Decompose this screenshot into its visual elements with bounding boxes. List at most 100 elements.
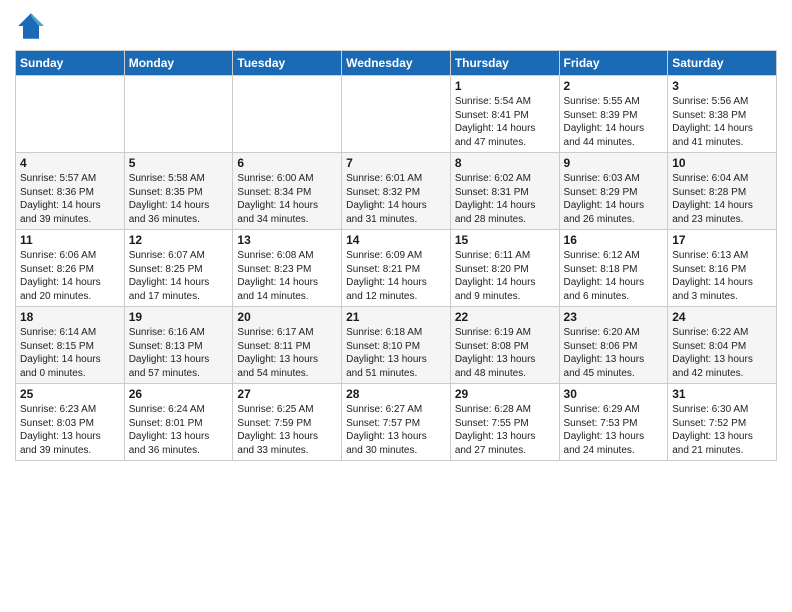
day-cell: 29Sunrise: 6:28 AMSunset: 7:55 PMDayligh… [450, 384, 559, 461]
day-number: 31 [672, 387, 772, 401]
day-cell: 9 Sunrise: 6:03 AMSunset: 8:29 PMDaylight… [559, 153, 668, 230]
day-info: Sunrise: 6:20 AMSunset: 8:06 PMDaylight:… [564, 326, 664, 380]
day-info: Sunrise: 6:29 AMSunset: 7:53 PMDaylight:… [564, 403, 664, 457]
day-cell: 26 Sunrise: 6:24 AMSunset: 8:01 PMDayligh… [124, 384, 233, 461]
day-cell: 7 Sunrise: 6:01 AMSunset: 8:32 PMDaylight… [342, 153, 451, 230]
day-number: 4 [20, 156, 120, 170]
day-number: 13 [237, 233, 337, 247]
week-row-3: 11 Sunrise: 6:06 AMSunset: 8:26 PMDayligh… [16, 230, 777, 307]
weekday-header-thursday: Thursday [450, 51, 559, 76]
day-info: Sunrise: 6:03 AMSunset: 8:29 PMDaylight:… [564, 172, 664, 226]
day-cell: 19Sunrise: 6:16 AMSunset: 8:13 PMDayligh… [124, 307, 233, 384]
day-cell: 17 Sunrise: 6:13 AMSunset: 8:16 PMDayligh… [668, 230, 777, 307]
day-cell: 13 Sunrise: 6:08 AMSunset: 8:23 PMDayligh… [233, 230, 342, 307]
day-info: Sunrise: 6:00 AMSunset: 8:34 PMDaylight:… [237, 172, 337, 226]
day-number: 22 [455, 310, 555, 324]
day-cell: 20 Sunrise: 6:17 AMSunset: 8:11 PMDayligh… [233, 307, 342, 384]
day-info: Sunrise: 6:30 AMSunset: 7:52 PMDaylight:… [672, 403, 772, 457]
day-number: 23 [564, 310, 664, 324]
week-row-5: 25Sunrise: 6:23 AMSunset: 8:03 PMDayligh… [16, 384, 777, 461]
day-cell [233, 76, 342, 153]
day-number: 26 [129, 387, 229, 401]
day-number: 14 [346, 233, 446, 247]
day-info: Sunrise: 5:54 AMSunset: 8:41 PMDaylight:… [455, 95, 555, 149]
day-number: 18 [20, 310, 120, 324]
day-info: Sunrise: 6:18 AMSunset: 8:10 PMDaylight:… [346, 326, 446, 380]
day-info: Sunrise: 6:23 AMSunset: 8:03 PMDaylight:… [20, 403, 120, 457]
day-cell: 1Sunrise: 5:54 AMSunset: 8:41 PMDaylight… [450, 76, 559, 153]
day-info: Sunrise: 6:22 AMSunset: 8:04 PMDaylight:… [672, 326, 772, 380]
day-info: Sunrise: 6:09 AMSunset: 8:21 PMDaylight:… [346, 249, 446, 303]
day-cell: 23 Sunrise: 6:20 AMSunset: 8:06 PMDayligh… [559, 307, 668, 384]
weekday-header-friday: Friday [559, 51, 668, 76]
day-number: 12 [129, 233, 229, 247]
day-cell: 31 Sunrise: 6:30 AMSunset: 7:52 PMDayligh… [668, 384, 777, 461]
day-cell: 3 Sunrise: 5:56 AMSunset: 8:38 PMDaylight… [668, 76, 777, 153]
day-number: 10 [672, 156, 772, 170]
day-cell: 21 Sunrise: 6:18 AMSunset: 8:10 PMDayligh… [342, 307, 451, 384]
day-cell: 11 Sunrise: 6:06 AMSunset: 8:26 PMDayligh… [16, 230, 125, 307]
day-number: 2 [564, 79, 664, 93]
week-row-2: 4Sunrise: 5:57 AMSunset: 8:36 PMDaylight… [16, 153, 777, 230]
day-number: 6 [237, 156, 337, 170]
weekday-header-row: SundayMondayTuesdayWednesdayThursdayFrid… [16, 51, 777, 76]
day-info: Sunrise: 5:55 AMSunset: 8:39 PMDaylight:… [564, 95, 664, 149]
day-info: Sunrise: 6:14 AMSunset: 8:15 PMDaylight:… [20, 326, 120, 380]
day-cell: 18 Sunrise: 6:14 AMSunset: 8:15 PMDayligh… [16, 307, 125, 384]
day-info: Sunrise: 6:01 AMSunset: 8:32 PMDaylight:… [346, 172, 446, 226]
day-info: Sunrise: 6:12 AMSunset: 8:18 PMDaylight:… [564, 249, 664, 303]
day-info: Sunrise: 6:17 AMSunset: 8:11 PMDaylight:… [237, 326, 337, 380]
day-info: Sunrise: 5:56 AMSunset: 8:38 PMDaylight:… [672, 95, 772, 149]
day-info: Sunrise: 6:24 AMSunset: 8:01 PMDaylight:… [129, 403, 229, 457]
day-info: Sunrise: 6:27 AMSunset: 7:57 PMDaylight:… [346, 403, 446, 457]
week-row-1: 1Sunrise: 5:54 AMSunset: 8:41 PMDaylight… [16, 76, 777, 153]
weekday-header-tuesday: Tuesday [233, 51, 342, 76]
day-cell: 4Sunrise: 5:57 AMSunset: 8:36 PMDaylight… [16, 153, 125, 230]
day-number: 9 [564, 156, 664, 170]
day-info: Sunrise: 6:07 AMSunset: 8:25 PMDaylight:… [129, 249, 229, 303]
day-cell: 28 Sunrise: 6:27 AMSunset: 7:57 PMDayligh… [342, 384, 451, 461]
day-number: 27 [237, 387, 337, 401]
header [15, 10, 777, 42]
day-number: 30 [564, 387, 664, 401]
day-cell [16, 76, 125, 153]
day-number: 3 [672, 79, 772, 93]
page: SundayMondayTuesdayWednesdayThursdayFrid… [0, 0, 792, 612]
day-info: Sunrise: 6:04 AMSunset: 8:28 PMDaylight:… [672, 172, 772, 226]
day-number: 16 [564, 233, 664, 247]
day-info: Sunrise: 6:06 AMSunset: 8:26 PMDaylight:… [20, 249, 120, 303]
weekday-header-monday: Monday [124, 51, 233, 76]
day-cell: 2 Sunrise: 5:55 AMSunset: 8:39 PMDaylight… [559, 76, 668, 153]
day-cell: 25Sunrise: 6:23 AMSunset: 8:03 PMDayligh… [16, 384, 125, 461]
day-cell: 14 Sunrise: 6:09 AMSunset: 8:21 PMDayligh… [342, 230, 451, 307]
day-number: 19 [129, 310, 229, 324]
day-cell [342, 76, 451, 153]
day-number: 21 [346, 310, 446, 324]
day-info: Sunrise: 6:19 AMSunset: 8:08 PMDaylight:… [455, 326, 555, 380]
day-number: 28 [346, 387, 446, 401]
day-cell: 24 Sunrise: 6:22 AMSunset: 8:04 PMDayligh… [668, 307, 777, 384]
day-info: Sunrise: 6:13 AMSunset: 8:16 PMDaylight:… [672, 249, 772, 303]
day-number: 15 [455, 233, 555, 247]
day-cell [124, 76, 233, 153]
day-number: 11 [20, 233, 120, 247]
day-cell: 6 Sunrise: 6:00 AMSunset: 8:34 PMDaylight… [233, 153, 342, 230]
day-info: Sunrise: 6:08 AMSunset: 8:23 PMDaylight:… [237, 249, 337, 303]
day-cell: 12 Sunrise: 6:07 AMSunset: 8:25 PMDayligh… [124, 230, 233, 307]
day-number: 24 [672, 310, 772, 324]
day-cell: 27Sunrise: 6:25 AMSunset: 7:59 PMDayligh… [233, 384, 342, 461]
weekday-header-sunday: Sunday [16, 51, 125, 76]
day-cell: 15 Sunrise: 6:11 AMSunset: 8:20 PMDayligh… [450, 230, 559, 307]
day-number: 7 [346, 156, 446, 170]
day-info: Sunrise: 6:02 AMSunset: 8:31 PMDaylight:… [455, 172, 555, 226]
logo-icon [15, 10, 47, 42]
day-number: 8 [455, 156, 555, 170]
logo [15, 10, 51, 42]
day-number: 29 [455, 387, 555, 401]
day-number: 20 [237, 310, 337, 324]
day-number: 17 [672, 233, 772, 247]
week-row-4: 18 Sunrise: 6:14 AMSunset: 8:15 PMDayligh… [16, 307, 777, 384]
day-cell: 30 Sunrise: 6:29 AMSunset: 7:53 PMDayligh… [559, 384, 668, 461]
day-cell: 8 Sunrise: 6:02 AMSunset: 8:31 PMDaylight… [450, 153, 559, 230]
day-info: Sunrise: 6:11 AMSunset: 8:20 PMDaylight:… [455, 249, 555, 303]
